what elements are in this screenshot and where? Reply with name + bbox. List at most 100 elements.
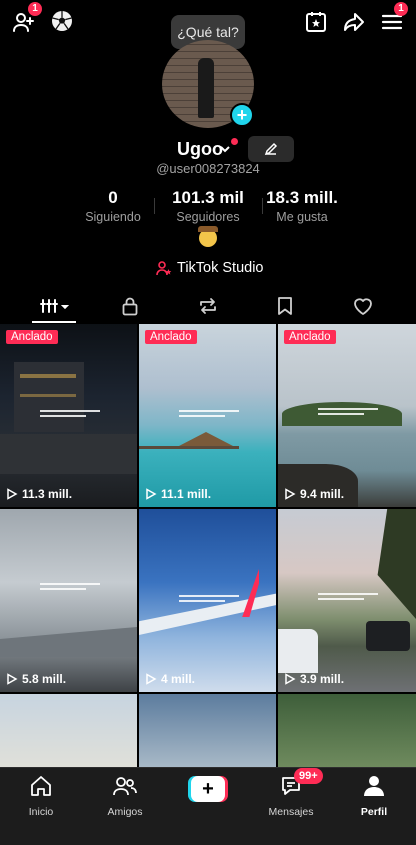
- grid-videos-icon: [40, 299, 69, 313]
- video-caption: [40, 583, 100, 593]
- view-count: 9.4 mill.: [284, 487, 344, 501]
- video-thumbnail[interactable]: [139, 694, 276, 767]
- nav-profile-label: Perfil: [360, 806, 388, 818]
- view-count-label: 3.9 mill.: [300, 672, 345, 686]
- pier: [139, 446, 239, 449]
- add-story-button[interactable]: +: [230, 103, 254, 127]
- tab-active-indicator: [32, 321, 76, 323]
- video-caption: [318, 408, 378, 418]
- hut-roof: [179, 432, 233, 446]
- stat-likes-value: 18.3 mill.: [266, 188, 338, 207]
- lock-icon: [122, 297, 138, 316]
- tab-liked[interactable]: [328, 288, 398, 324]
- bio-emoji: [198, 226, 218, 247]
- video-thumbnail[interactable]: [278, 694, 416, 767]
- chevron-down-icon[interactable]: [219, 142, 231, 160]
- play-icon: [7, 673, 18, 685]
- tab-private[interactable]: [95, 288, 165, 324]
- user-handle: @user008273824: [156, 161, 260, 176]
- video-caption: [179, 595, 239, 605]
- stat-likes[interactable]: 18.3 mill. Me gusta: [262, 188, 342, 224]
- view-count-label: 4 mill.: [161, 672, 196, 686]
- view-count: 11.1 mill.: [145, 487, 211, 501]
- street-shape: [0, 434, 137, 474]
- video-thumbnail[interactable]: Anclado 11.3 mill.: [0, 324, 137, 507]
- stat-following[interactable]: 0 Siguiendo: [78, 188, 148, 224]
- repost-icon: [200, 298, 216, 314]
- pencil-icon: [264, 142, 278, 156]
- notification-dot: [231, 138, 238, 145]
- video-caption: [318, 593, 378, 603]
- content-tabs: [0, 288, 416, 324]
- video-caption: [40, 410, 100, 420]
- window-lights: [20, 374, 76, 378]
- menu-badge: 1: [394, 2, 408, 16]
- video-thumbnail[interactable]: Anclado 11.1 mill.: [139, 324, 276, 507]
- play-icon: [146, 673, 157, 685]
- home-icon: [31, 776, 51, 796]
- stat-likes-label: Me gusta: [276, 210, 328, 224]
- share-icon[interactable]: [340, 8, 368, 36]
- nav-friends[interactable]: Amigos: [90, 774, 160, 818]
- tab-reposts[interactable]: [173, 288, 243, 324]
- view-count: 5.8 mill.: [6, 672, 66, 686]
- studio-icon: [156, 261, 172, 276]
- view-count-label: 5.8 mill.: [22, 672, 67, 686]
- window-lights: [20, 394, 76, 397]
- view-count: 4 mill.: [145, 672, 195, 686]
- view-count: 11.3 mill.: [6, 487, 72, 501]
- create-button[interactable]: +: [188, 776, 228, 802]
- avatar-figure: [198, 58, 214, 118]
- nav-home-label: Inicio: [28, 806, 54, 818]
- calendar-star-icon[interactable]: [302, 8, 330, 36]
- username[interactable]: Ugoo: [177, 139, 223, 160]
- soccer-ball-icon[interactable]: [48, 7, 76, 35]
- add-friends-badge: 1: [28, 2, 42, 16]
- nav-messages-label: Mensajes: [268, 806, 314, 818]
- edit-profile-button[interactable]: [248, 136, 294, 162]
- play-icon: [285, 488, 296, 500]
- building-shape: [14, 362, 84, 432]
- play-icon: [146, 488, 157, 500]
- bookmark-icon: [278, 297, 292, 315]
- tab-favorites[interactable]: [250, 288, 320, 324]
- video-thumbnail[interactable]: 3.9 mill.: [278, 509, 416, 692]
- pinned-badge: Anclado: [145, 330, 197, 344]
- video-grid: Anclado 11.3 mill. Anclado 11.1 mill. An…: [0, 324, 416, 767]
- username-row: Ugoo: [0, 136, 416, 162]
- friends-icon: [113, 777, 137, 796]
- stat-followers-value: 101.3 mil: [172, 188, 244, 207]
- plus-icon: +: [191, 776, 225, 802]
- video-thumbnail[interactable]: 4 mill.: [139, 509, 276, 692]
- nav-home[interactable]: Inicio: [6, 774, 76, 818]
- wing-shape: [0, 627, 137, 657]
- pinned-badge: Anclado: [284, 330, 336, 344]
- tab-videos[interactable]: [20, 288, 90, 324]
- stat-followers-label: Seguidores: [176, 210, 240, 224]
- video-thumbnail[interactable]: [0, 694, 137, 767]
- car-shape: [278, 629, 318, 673]
- view-count-label: 11.1 mill.: [161, 487, 212, 501]
- bottom-nav: Inicio Amigos + Mensajes 99+ Perfil: [0, 767, 416, 845]
- play-icon: [7, 488, 18, 500]
- video-caption: [179, 410, 239, 420]
- video-thumbnail[interactable]: 5.8 mill.: [0, 509, 137, 692]
- view-count: 3.9 mill.: [284, 672, 344, 686]
- tiktok-studio-link[interactable]: TikTok Studio: [156, 258, 264, 278]
- messages-badge: 99+: [294, 768, 323, 784]
- tiktok-studio-label: TikTok Studio: [177, 260, 264, 276]
- nav-friends-label: Amigos: [107, 806, 143, 818]
- view-count-label: 11.3 mill.: [22, 487, 73, 501]
- truck-shape: [366, 621, 410, 651]
- pinned-badge: Anclado: [6, 330, 58, 344]
- profile-icon: [364, 776, 384, 796]
- nav-profile[interactable]: Perfil: [339, 774, 409, 818]
- stat-following-value: 0: [108, 188, 118, 207]
- divider: [154, 198, 155, 214]
- stat-followers[interactable]: 101.3 mil Seguidores: [163, 188, 253, 224]
- play-icon: [285, 673, 296, 685]
- view-count-label: 9.4 mill.: [300, 487, 345, 501]
- stat-following-label: Siguiendo: [85, 210, 141, 224]
- profile-stats: 0 Siguiendo 101.3 mil Seguidores 18.3 mi…: [0, 188, 416, 224]
- video-thumbnail[interactable]: Anclado 9.4 mill.: [278, 324, 416, 507]
